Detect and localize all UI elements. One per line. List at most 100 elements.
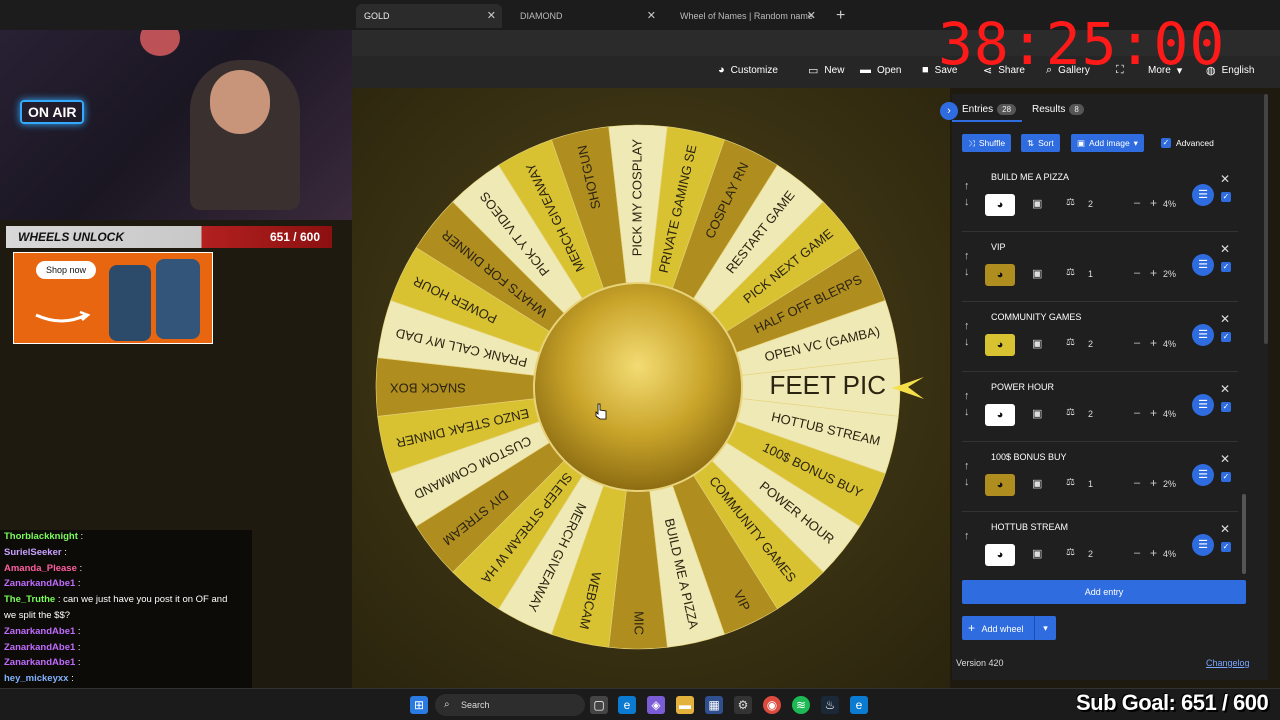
sort-button[interactable]: ⇅ Sort (1021, 134, 1060, 152)
entry-weight[interactable]: 1 (1088, 269, 1093, 279)
close-tab-icon[interactable]: ✕ (487, 4, 496, 28)
caret-down-icon[interactable]: ▾ (1034, 616, 1056, 640)
increase-weight-button[interactable]: + (1150, 336, 1157, 350)
changelog-link[interactable]: Changelog (1206, 658, 1250, 668)
image-icon[interactable]: ▣ (1032, 547, 1042, 560)
image-icon[interactable]: ▣ (1032, 197, 1042, 210)
image-icon[interactable]: ▣ (1032, 337, 1042, 350)
remove-entry-icon[interactable]: ✕ (1220, 242, 1230, 256)
settings-icon[interactable]: ⚙ (734, 696, 752, 714)
decrease-weight-button[interactable]: – (1134, 197, 1140, 209)
remove-entry-icon[interactable]: ✕ (1220, 452, 1230, 466)
entry-enabled-checkbox[interactable]: ✓ (1221, 402, 1231, 412)
entry-settings-icon[interactable]: ☰ (1192, 324, 1214, 346)
image-icon[interactable]: ▣ (1032, 267, 1042, 280)
entry-weight[interactable]: 2 (1088, 409, 1093, 419)
entry-name[interactable]: POWER HOUR (991, 382, 1054, 392)
windows-start-icon[interactable]: ⊞ (410, 696, 428, 714)
remove-entry-icon[interactable]: ✕ (1220, 312, 1230, 326)
increase-weight-button[interactable]: + (1150, 266, 1157, 280)
spotify-icon[interactable]: ≋ (792, 696, 810, 714)
new-button[interactable]: ▭ New (808, 64, 844, 77)
name-wheel[interactable]: FEET PICHOTTUB STREAM100$ BONUS BUYPOWER… (372, 120, 932, 660)
chat-username[interactable]: SurielSeeker (4, 547, 62, 558)
remove-entry-icon[interactable]: ✕ (1220, 172, 1230, 186)
chat-username[interactable]: The_Truthe (4, 594, 55, 605)
decrease-weight-button[interactable]: – (1134, 267, 1140, 279)
shuffle-button[interactable]: ⤨ Shuffle (962, 134, 1012, 152)
palette-icon[interactable]: ◕ (985, 334, 1015, 356)
entry-weight[interactable]: 2 (1088, 199, 1093, 209)
increase-weight-button[interactable]: + (1150, 406, 1157, 420)
steam-icon[interactable]: ♨ (821, 696, 839, 714)
reorder-arrows-icon[interactable]: ↑ ↓ (964, 248, 970, 280)
entry-name[interactable]: 100$ BONUS BUY (991, 452, 1067, 462)
entry-settings-icon[interactable]: ☰ (1192, 184, 1214, 206)
image-icon[interactable]: ▣ (1032, 477, 1042, 490)
amazon-ad[interactable]: Shop now (13, 252, 213, 344)
tab-results[interactable]: Results 8 (1032, 104, 1084, 115)
collapse-panel-icon[interactable]: › (940, 102, 958, 120)
entry-enabled-checkbox[interactable]: ✓ (1221, 262, 1231, 272)
task-view-icon[interactable]: ▢ (590, 696, 608, 714)
chat-username[interactable]: ZanarkandAbe1 (4, 578, 75, 589)
chat-username[interactable]: Amanda_Please (4, 563, 77, 574)
reorder-arrows-icon[interactable]: ↑ (964, 528, 970, 544)
chrome-icon[interactable]: ◉ (763, 696, 781, 714)
entry-name[interactable]: COMMUNITY GAMES (991, 312, 1081, 322)
entry-enabled-checkbox[interactable]: ✓ (1221, 542, 1231, 552)
tab-wheel-of-names[interactable]: Wheel of Names | Random name ✕ (672, 4, 822, 28)
entry-weight[interactable]: 2 (1088, 549, 1093, 559)
chat-username[interactable]: Thorblackknight (4, 531, 78, 542)
reorder-arrows-icon[interactable]: ↑ ↓ (964, 178, 970, 210)
tab-diamond[interactable]: DIAMOND ✕ (512, 4, 662, 28)
palette-icon[interactable]: ◕ (985, 404, 1015, 426)
palette-icon[interactable]: ◕ (985, 544, 1015, 566)
taskbar-search[interactable]: ⌕ Search (435, 694, 585, 716)
reorder-arrows-icon[interactable]: ↑ ↓ (964, 458, 970, 490)
entry-settings-icon[interactable]: ☰ (1192, 394, 1214, 416)
remove-entry-icon[interactable]: ✕ (1220, 382, 1230, 396)
panel-scrollbar[interactable] (1264, 94, 1268, 344)
entry-settings-icon[interactable]: ☰ (1192, 534, 1214, 556)
palette-icon[interactable]: ◕ (985, 264, 1015, 286)
close-tab-icon[interactable]: ✕ (807, 4, 816, 28)
decrease-weight-button[interactable]: – (1134, 477, 1140, 489)
open-button[interactable]: ▬ Open (860, 64, 901, 76)
entry-name[interactable]: HOTTUB STREAM (991, 522, 1068, 532)
decrease-weight-button[interactable]: – (1134, 407, 1140, 419)
increase-weight-button[interactable]: + (1150, 476, 1157, 490)
entry-settings-icon[interactable]: ☰ (1192, 254, 1214, 276)
decrease-weight-button[interactable]: – (1134, 337, 1140, 349)
image-icon[interactable]: ▣ (1032, 407, 1042, 420)
advanced-toggle[interactable]: ✓ Advanced (1161, 138, 1214, 148)
customize-button[interactable]: ◕ Customize (718, 64, 778, 76)
add-wheel-button[interactable]: + Add wheel ▾ (962, 616, 1056, 640)
tab-entries[interactable]: Entries 28 (962, 104, 1017, 115)
reorder-arrows-icon[interactable]: ↑ ↓ (964, 388, 970, 420)
increase-weight-button[interactable]: + (1150, 196, 1157, 210)
entry-settings-icon[interactable]: ☰ (1192, 464, 1214, 486)
copilot-icon[interactable]: ◈ (647, 696, 665, 714)
chat-username[interactable]: hey_mickeyxx (4, 673, 68, 684)
store-icon[interactable]: ▦ (705, 696, 723, 714)
new-tab-button[interactable]: + (828, 4, 853, 28)
edge-active-icon[interactable]: e (850, 696, 868, 714)
chat-username[interactable]: ZanarkandAbe1 (4, 626, 75, 637)
entry-weight[interactable]: 2 (1088, 339, 1093, 349)
edge-icon[interactable]: e (618, 696, 636, 714)
tab-gold[interactable]: GOLD ✕ (356, 4, 502, 28)
file-explorer-icon[interactable]: ▬ (676, 696, 694, 714)
entries-scrollbar[interactable] (1242, 494, 1246, 574)
decrease-weight-button[interactable]: – (1134, 547, 1140, 559)
add-entry-button[interactable]: Add entry (962, 580, 1246, 604)
entry-name[interactable]: VIP (991, 242, 1006, 252)
reorder-arrows-icon[interactable]: ↑ ↓ (964, 318, 970, 350)
palette-icon[interactable]: ◕ (985, 194, 1015, 216)
entry-enabled-checkbox[interactable]: ✓ (1221, 332, 1231, 342)
chat-username[interactable]: ZanarkandAbe1 (4, 657, 75, 668)
palette-icon[interactable]: ◕ (985, 474, 1015, 496)
increase-weight-button[interactable]: + (1150, 546, 1157, 560)
entry-weight[interactable]: 1 (1088, 479, 1093, 489)
add-image-button[interactable]: ▣ Add image ▾ (1071, 134, 1144, 152)
